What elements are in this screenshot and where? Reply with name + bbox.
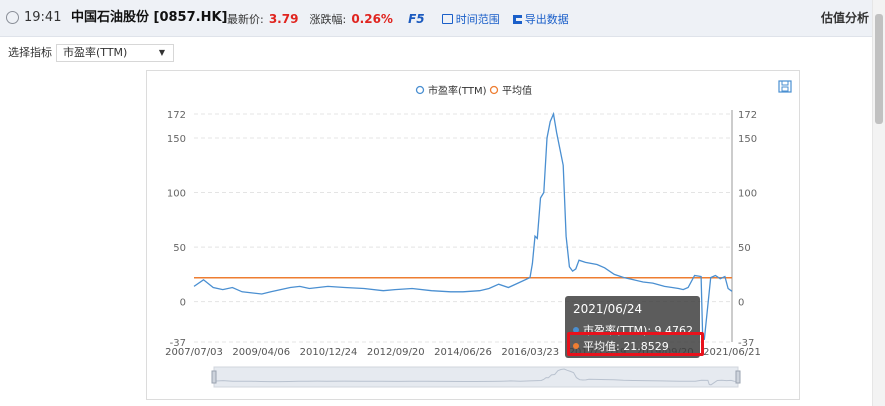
y-tick-label-left: 50 [173,243,186,254]
change-label: 涨跌幅: [309,13,347,26]
export-label: 导出数据 [524,13,569,26]
y-tick-label-right: 172 [738,110,757,121]
calendar-icon [441,14,453,24]
stock-name: 中国石油股份 [0857.HK] [71,10,228,25]
y-tick-label-left: 150 [167,134,186,145]
x-tick-label: 2021/06/21 [703,347,761,358]
stock-title: 中国石油股份 [0857.HK] [71,0,227,36]
time-range-label: 时间范围 [455,13,500,26]
chevron-down-icon: ▼ [158,48,165,57]
export-button[interactable]: 导出数据 [512,13,569,26]
legend-label-average: 平均值 [502,84,532,97]
x-tick-label: 2010/12/24 [300,347,358,358]
zoom-slider-track [213,366,739,388]
vertical-scrollbar[interactable] [872,0,885,406]
legend-marker-average [489,85,499,95]
y-tick-label-right: 0 [738,298,744,309]
indicator-select-value: 市盈率(TTM) [63,46,128,59]
zoom-handle-left[interactable] [211,370,217,384]
last-price-label: 最新价: [227,13,264,26]
valuation-analysis-title: 估值分析 [820,11,869,25]
y-tick-label-left: 100 [167,189,186,200]
quote-info: 最新价: 3.79 涨跌幅: 0.26% F5 时间范围 导出数据 [227,0,569,36]
clock-icon [6,11,19,24]
current-time: 19:41 [24,10,62,25]
x-tick-label: 2009/04/06 [232,347,290,358]
last-price-value: 3.79 [268,12,299,26]
f5-button[interactable]: F5 [408,12,425,26]
y-tick-label-right: 150 [738,134,757,145]
y-tick-label-left: 172 [167,110,186,121]
change-value: 0.26% [351,12,393,26]
scrollbar-thumb[interactable] [875,14,883,124]
x-tick-label: 2007/07/03 [165,347,223,358]
indicator-select[interactable]: 市盈率(TTM) ▼ [56,44,174,62]
zoom-handle-right[interactable] [735,370,741,384]
y-tick-label-right: 100 [738,189,757,200]
header-bar: 19:41 中国石油股份 [0857.HK] 最新价: 3.79 涨跌幅: 0.… [0,0,873,37]
x-tick-label: 2012/09/20 [367,347,425,358]
y-tick-label-left: 0 [180,298,186,309]
save-image-icon[interactable] [778,80,792,93]
legend-label-pe: 市盈率(TTM) [428,84,487,97]
export-icon [512,15,522,24]
indicator-select-label: 选择指标 [8,46,52,59]
tooltip-date: 2021/06/24 [573,302,643,316]
x-tick-label: 2016/03/23 [501,347,559,358]
y-tick-label-right: 50 [738,243,751,254]
legend-marker-pe [415,85,425,95]
x-tick-label: 2014/06/26 [434,347,492,358]
time-range-button[interactable]: 时间范围 [441,13,500,26]
highlight-box [567,332,704,356]
